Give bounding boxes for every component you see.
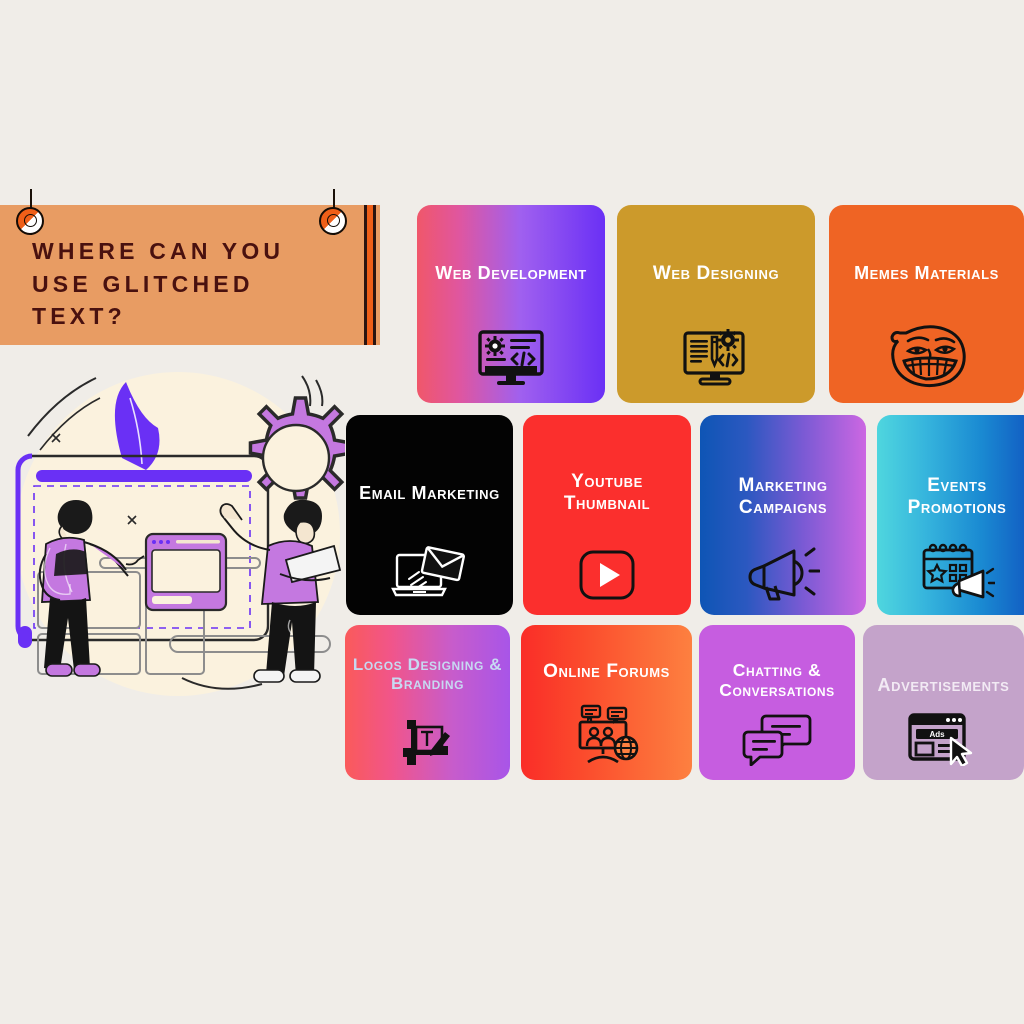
card-label: Memes Materials [854,263,999,283]
card-advertisements[interactable]: Advertisements Ads [863,625,1024,780]
card-youtube-thumbnail[interactable]: Youtube Thumbnail [523,415,691,615]
banner-stripe-outer [373,205,376,345]
card-label: Logos designing & Branding [352,655,503,694]
card-web-development[interactable]: Web Development [417,205,605,403]
card-label: Advertisements [877,675,1010,695]
card-label: Marketing Campaigns [738,475,828,518]
card-label: Web Development [435,263,587,283]
browser-ads-cursor-icon: Ads [907,712,981,766]
page-title: Where can you use glitched text? [32,238,285,330]
title-banner: Where can you use glitched text? [0,189,380,345]
card-label: Youtube Thumbnail [563,471,651,514]
card-memes-materials[interactable]: Memes Materials [829,205,1024,403]
crop-pen-icon [402,720,453,766]
speech-bubbles-icon [742,714,812,766]
megaphone-icon [746,545,820,601]
card-label: Email Marketing [359,483,500,503]
card-events-promotions[interactable]: Events Promotions [877,415,1024,615]
youtube-play-icon [578,549,636,601]
forum-people-globe-icon [574,704,640,766]
card-marketing-campaigns[interactable]: Marketing Campaigns [700,415,866,615]
card-logos-branding[interactable]: Logos designing & Branding [345,625,510,780]
troll-face-icon [886,323,968,389]
card-label: Online Forums [543,661,670,682]
card-online-forums[interactable]: Online Forums [521,625,692,780]
card-label: Chatting & Conversations [719,660,835,700]
ads-label: Ads [929,730,945,739]
card-label: Web Designing [652,263,780,284]
card-label: Events Promotions [907,475,1007,518]
calendar-megaphone-icon [919,541,995,601]
card-web-designing[interactable]: Web Designing [617,205,815,403]
web-design-team-illustration [0,358,345,710]
pin-knob-icon [319,189,347,235]
monitor-pen-gear-code-icon [681,327,751,389]
monitor-gear-code-icon [477,329,545,389]
card-chatting-conversations[interactable]: Chatting & Conversations [699,625,855,780]
laptop-envelope-icon [390,543,469,601]
card-email-marketing[interactable]: Email Marketing [346,415,513,615]
pin-knob-icon [16,189,44,235]
